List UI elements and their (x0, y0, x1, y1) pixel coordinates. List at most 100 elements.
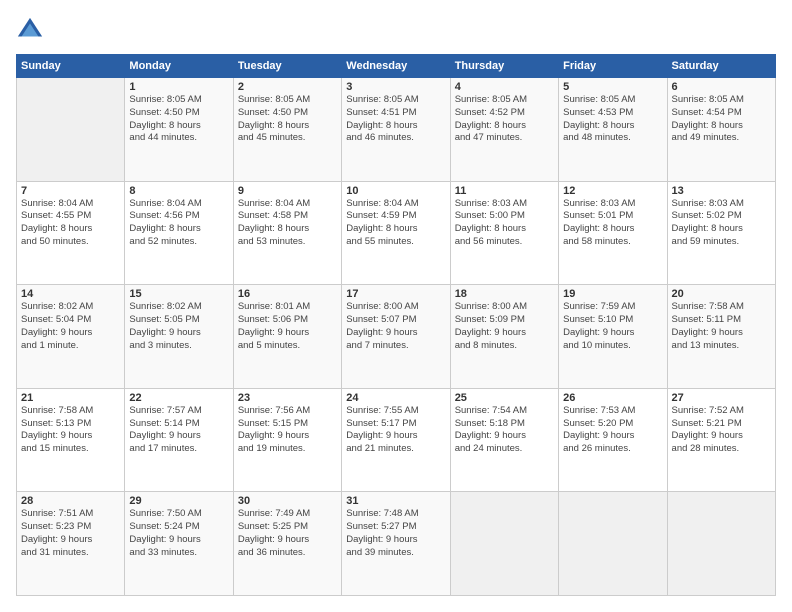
calendar-week-row: 21Sunrise: 7:58 AM Sunset: 5:13 PM Dayli… (17, 388, 776, 492)
calendar-cell: 29Sunrise: 7:50 AM Sunset: 5:24 PM Dayli… (125, 492, 233, 596)
weekday-header-cell: Friday (559, 55, 667, 78)
day-number: 30 (238, 495, 337, 507)
day-info: Sunrise: 8:03 AM Sunset: 5:02 PM Dayligh… (672, 198, 771, 249)
day-info: Sunrise: 8:05 AM Sunset: 4:54 PM Dayligh… (672, 94, 771, 145)
calendar-cell: 31Sunrise: 7:48 AM Sunset: 5:27 PM Dayli… (342, 492, 450, 596)
calendar-cell: 20Sunrise: 7:58 AM Sunset: 5:11 PM Dayli… (667, 285, 775, 389)
calendar-cell (559, 492, 667, 596)
day-number: 25 (455, 392, 554, 404)
calendar-cell: 13Sunrise: 8:03 AM Sunset: 5:02 PM Dayli… (667, 181, 775, 285)
calendar-cell: 25Sunrise: 7:54 AM Sunset: 5:18 PM Dayli… (450, 388, 558, 492)
logo-icon (16, 16, 44, 44)
day-info: Sunrise: 7:58 AM Sunset: 5:11 PM Dayligh… (672, 301, 771, 352)
day-number: 13 (672, 185, 771, 197)
day-number: 4 (455, 81, 554, 93)
day-info: Sunrise: 7:49 AM Sunset: 5:25 PM Dayligh… (238, 508, 337, 559)
day-info: Sunrise: 7:55 AM Sunset: 5:17 PM Dayligh… (346, 405, 445, 456)
calendar-cell: 28Sunrise: 7:51 AM Sunset: 5:23 PM Dayli… (17, 492, 125, 596)
calendar-cell: 26Sunrise: 7:53 AM Sunset: 5:20 PM Dayli… (559, 388, 667, 492)
day-info: Sunrise: 8:05 AM Sunset: 4:52 PM Dayligh… (455, 94, 554, 145)
day-number: 10 (346, 185, 445, 197)
day-info: Sunrise: 7:52 AM Sunset: 5:21 PM Dayligh… (672, 405, 771, 456)
day-number: 14 (21, 288, 120, 300)
calendar-cell: 14Sunrise: 8:02 AM Sunset: 5:04 PM Dayli… (17, 285, 125, 389)
day-number: 9 (238, 185, 337, 197)
day-info: Sunrise: 7:57 AM Sunset: 5:14 PM Dayligh… (129, 405, 228, 456)
calendar-cell: 8Sunrise: 8:04 AM Sunset: 4:56 PM Daylig… (125, 181, 233, 285)
calendar-cell (450, 492, 558, 596)
day-info: Sunrise: 8:00 AM Sunset: 5:07 PM Dayligh… (346, 301, 445, 352)
weekday-header-cell: Thursday (450, 55, 558, 78)
calendar-cell: 23Sunrise: 7:56 AM Sunset: 5:15 PM Dayli… (233, 388, 341, 492)
calendar-cell (667, 492, 775, 596)
day-info: Sunrise: 8:02 AM Sunset: 5:05 PM Dayligh… (129, 301, 228, 352)
day-info: Sunrise: 8:00 AM Sunset: 5:09 PM Dayligh… (455, 301, 554, 352)
calendar-cell: 17Sunrise: 8:00 AM Sunset: 5:07 PM Dayli… (342, 285, 450, 389)
calendar-week-row: 14Sunrise: 8:02 AM Sunset: 5:04 PM Dayli… (17, 285, 776, 389)
calendar-cell: 2Sunrise: 8:05 AM Sunset: 4:50 PM Daylig… (233, 78, 341, 182)
page: SundayMondayTuesdayWednesdayThursdayFrid… (0, 0, 792, 612)
calendar-cell: 15Sunrise: 8:02 AM Sunset: 5:05 PM Dayli… (125, 285, 233, 389)
calendar-header: SundayMondayTuesdayWednesdayThursdayFrid… (17, 55, 776, 78)
day-number: 24 (346, 392, 445, 404)
day-number: 2 (238, 81, 337, 93)
day-number: 31 (346, 495, 445, 507)
calendar-cell: 9Sunrise: 8:04 AM Sunset: 4:58 PM Daylig… (233, 181, 341, 285)
day-info: Sunrise: 7:48 AM Sunset: 5:27 PM Dayligh… (346, 508, 445, 559)
day-info: Sunrise: 8:05 AM Sunset: 4:53 PM Dayligh… (563, 94, 662, 145)
weekday-header-row: SundayMondayTuesdayWednesdayThursdayFrid… (17, 55, 776, 78)
day-number: 15 (129, 288, 228, 300)
day-info: Sunrise: 7:51 AM Sunset: 5:23 PM Dayligh… (21, 508, 120, 559)
calendar-cell (17, 78, 125, 182)
calendar-cell: 3Sunrise: 8:05 AM Sunset: 4:51 PM Daylig… (342, 78, 450, 182)
day-info: Sunrise: 7:50 AM Sunset: 5:24 PM Dayligh… (129, 508, 228, 559)
day-number: 12 (563, 185, 662, 197)
day-info: Sunrise: 8:05 AM Sunset: 4:51 PM Dayligh… (346, 94, 445, 145)
calendar-week-row: 1Sunrise: 8:05 AM Sunset: 4:50 PM Daylig… (17, 78, 776, 182)
day-info: Sunrise: 7:59 AM Sunset: 5:10 PM Dayligh… (563, 301, 662, 352)
calendar-cell: 19Sunrise: 7:59 AM Sunset: 5:10 PM Dayli… (559, 285, 667, 389)
day-info: Sunrise: 7:58 AM Sunset: 5:13 PM Dayligh… (21, 405, 120, 456)
day-number: 28 (21, 495, 120, 507)
calendar-cell: 24Sunrise: 7:55 AM Sunset: 5:17 PM Dayli… (342, 388, 450, 492)
day-info: Sunrise: 8:01 AM Sunset: 5:06 PM Dayligh… (238, 301, 337, 352)
day-info: Sunrise: 8:03 AM Sunset: 5:00 PM Dayligh… (455, 198, 554, 249)
day-number: 7 (21, 185, 120, 197)
day-number: 26 (563, 392, 662, 404)
day-number: 8 (129, 185, 228, 197)
day-number: 20 (672, 288, 771, 300)
calendar-cell: 5Sunrise: 8:05 AM Sunset: 4:53 PM Daylig… (559, 78, 667, 182)
day-number: 21 (21, 392, 120, 404)
day-info: Sunrise: 8:04 AM Sunset: 4:55 PM Dayligh… (21, 198, 120, 249)
day-info: Sunrise: 8:05 AM Sunset: 4:50 PM Dayligh… (129, 94, 228, 145)
calendar-cell: 7Sunrise: 8:04 AM Sunset: 4:55 PM Daylig… (17, 181, 125, 285)
calendar-cell: 11Sunrise: 8:03 AM Sunset: 5:00 PM Dayli… (450, 181, 558, 285)
weekday-header-cell: Monday (125, 55, 233, 78)
day-number: 18 (455, 288, 554, 300)
day-number: 6 (672, 81, 771, 93)
day-info: Sunrise: 8:04 AM Sunset: 4:58 PM Dayligh… (238, 198, 337, 249)
day-info: Sunrise: 8:03 AM Sunset: 5:01 PM Dayligh… (563, 198, 662, 249)
calendar-cell: 1Sunrise: 8:05 AM Sunset: 4:50 PM Daylig… (125, 78, 233, 182)
day-number: 23 (238, 392, 337, 404)
day-number: 3 (346, 81, 445, 93)
calendar-cell: 22Sunrise: 7:57 AM Sunset: 5:14 PM Dayli… (125, 388, 233, 492)
day-info: Sunrise: 8:02 AM Sunset: 5:04 PM Dayligh… (21, 301, 120, 352)
header (16, 16, 776, 44)
day-number: 5 (563, 81, 662, 93)
day-number: 17 (346, 288, 445, 300)
day-info: Sunrise: 7:53 AM Sunset: 5:20 PM Dayligh… (563, 405, 662, 456)
day-number: 19 (563, 288, 662, 300)
calendar-cell: 30Sunrise: 7:49 AM Sunset: 5:25 PM Dayli… (233, 492, 341, 596)
logo (16, 16, 48, 44)
day-number: 29 (129, 495, 228, 507)
calendar-cell: 10Sunrise: 8:04 AM Sunset: 4:59 PM Dayli… (342, 181, 450, 285)
day-info: Sunrise: 8:04 AM Sunset: 4:59 PM Dayligh… (346, 198, 445, 249)
calendar-table: SundayMondayTuesdayWednesdayThursdayFrid… (16, 54, 776, 596)
day-number: 16 (238, 288, 337, 300)
calendar-cell: 27Sunrise: 7:52 AM Sunset: 5:21 PM Dayli… (667, 388, 775, 492)
weekday-header-cell: Sunday (17, 55, 125, 78)
calendar-cell: 6Sunrise: 8:05 AM Sunset: 4:54 PM Daylig… (667, 78, 775, 182)
day-info: Sunrise: 7:56 AM Sunset: 5:15 PM Dayligh… (238, 405, 337, 456)
calendar-week-row: 28Sunrise: 7:51 AM Sunset: 5:23 PM Dayli… (17, 492, 776, 596)
